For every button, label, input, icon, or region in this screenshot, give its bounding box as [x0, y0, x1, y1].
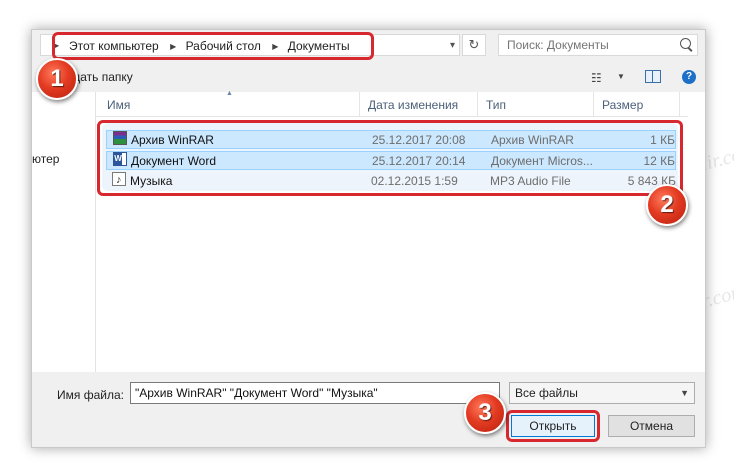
search-box[interactable] [498, 34, 698, 56]
cancel-button[interactable]: Отмена [608, 415, 695, 437]
step-badge-3: 3 [464, 392, 506, 434]
file-list: ▲ Имя Дата изменения Тип Размер Архив Wi… [96, 90, 705, 372]
toolbar: здать папку ☷ ▼ ? [32, 64, 705, 90]
step-badge-2: 2 [646, 184, 688, 226]
column-header-date[interactable]: Дата изменения [360, 92, 478, 116]
address-history-dropdown-icon[interactable]: ▾ [450, 35, 455, 57]
refresh-button[interactable]: ↻ [462, 34, 486, 56]
file-open-dialog: ▶ Этот компьютер ▶ Рабочий стол ▶ Докуме… [31, 29, 706, 448]
filename-label: Имя файла: [57, 388, 124, 402]
callout-outline-address [52, 32, 374, 60]
filetype-select[interactable]: Все файлы ▼ [509, 382, 695, 404]
search-icon[interactable] [680, 38, 691, 49]
callout-outline-open [506, 410, 600, 442]
column-headers: ▲ Имя Дата изменения Тип Размер [96, 90, 705, 117]
nav-item-this-pc[interactable]: ютер [32, 152, 59, 166]
help-icon[interactable]: ? [682, 70, 696, 84]
filetype-value: Все файлы [515, 386, 578, 400]
callout-outline-files [97, 120, 683, 196]
refresh-icon: ↻ [468, 37, 480, 52]
chevron-down-icon: ▼ [680, 388, 689, 398]
search-input[interactable] [507, 35, 677, 55]
filename-input[interactable] [130, 382, 500, 404]
column-header-type[interactable]: Тип [478, 92, 594, 116]
column-header-name[interactable]: Имя [96, 92, 360, 116]
view-dropdown-icon[interactable]: ▼ [617, 72, 625, 81]
column-header-size[interactable]: Размер [594, 92, 680, 116]
vertical-scrollbar[interactable] [688, 116, 705, 372]
preview-pane-icon[interactable] [645, 70, 661, 83]
step-badge-1: 1 [36, 58, 78, 100]
view-options-icon[interactable]: ☷ [591, 71, 602, 85]
navigation-pane: ютер [32, 92, 96, 372]
